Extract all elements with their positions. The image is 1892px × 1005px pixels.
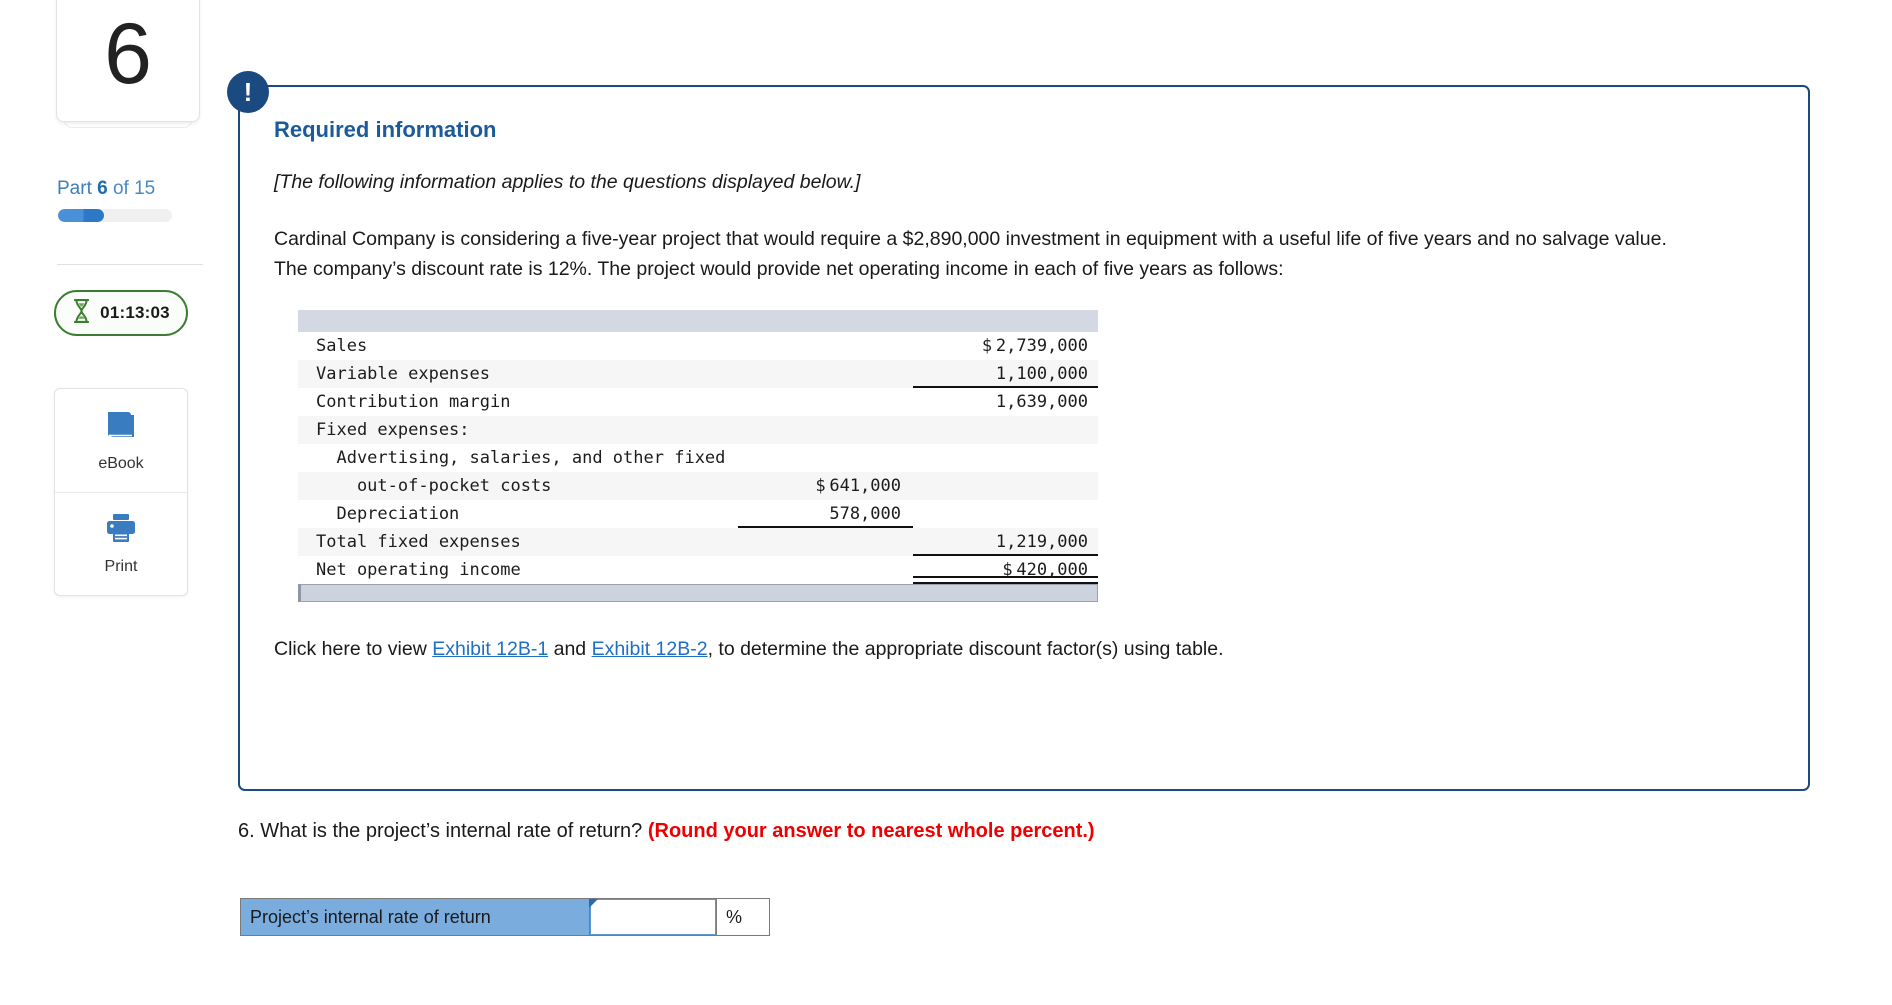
- row-right-value: [913, 472, 1098, 500]
- exam-timer: 01:13:03: [54, 290, 188, 336]
- row-right-value: $2,739,000: [913, 332, 1098, 360]
- table-header-bar: [298, 310, 1098, 332]
- exhibit-suffix: , to determine the appropriate discount …: [707, 638, 1224, 660]
- answer-label: Project’s internal rate of return: [241, 899, 589, 935]
- row-right-value: [913, 416, 1098, 444]
- row-right-value: $420,000: [913, 556, 1098, 584]
- exhibit-links-line: Click here to view Exhibit 12B-1 and Exh…: [274, 638, 1774, 661]
- required-information-card: Required information [The following info…: [238, 85, 1810, 791]
- row-label: Variable expenses: [298, 360, 738, 388]
- print-label: Print: [104, 558, 138, 575]
- part-number: 6: [104, 6, 152, 102]
- row-right-value: 1,639,000: [913, 388, 1098, 416]
- tools-panel: eBook Print: [54, 388, 188, 596]
- row-right-value: [913, 500, 1098, 528]
- row-mid-value: [738, 444, 913, 472]
- row-mid-value: [738, 556, 913, 584]
- irr-input[interactable]: [590, 899, 716, 935]
- answer-input-cell[interactable]: [589, 899, 717, 935]
- sidebar-divider: [57, 264, 203, 265]
- row-label: Sales: [298, 332, 738, 360]
- row-mid-value: [738, 528, 913, 556]
- exhibit-middle: and: [548, 638, 592, 660]
- table-row: Sales $2,739,000: [298, 332, 1098, 360]
- hourglass-icon: [72, 298, 91, 328]
- row-right-value: 1,219,000: [913, 528, 1098, 556]
- row-label: Contribution margin: [298, 388, 738, 416]
- row-mid-value: 578,000: [738, 500, 913, 528]
- table-row: Net operating income $420,000: [298, 556, 1098, 584]
- row-mid-value: [738, 388, 913, 416]
- question-rounding-note: (Round your answer to nearest whole perc…: [647, 820, 1095, 842]
- row-right-value: [913, 444, 1098, 472]
- table-row: Variable expenses 1,100,000: [298, 360, 1098, 388]
- answer-unit: %: [717, 899, 769, 935]
- row-label: Advertising, salaries, and other fixed: [298, 444, 738, 472]
- row-label: Depreciation: [298, 500, 738, 528]
- required-info-badge: !: [227, 71, 269, 113]
- table-row: Advertising, salaries, and other fixed: [298, 444, 1098, 472]
- page-title: Required information: [274, 117, 497, 142]
- table-row: out-of-pocket costs $641,000: [298, 472, 1098, 500]
- book-icon: [104, 409, 138, 446]
- progress-bar: [58, 209, 172, 222]
- table-row: Depreciation 578,000: [298, 500, 1098, 528]
- exhibit-12b-2-link[interactable]: Exhibit 12B-2: [592, 638, 708, 660]
- printer-icon: [104, 512, 138, 549]
- row-label: Fixed expenses:: [298, 416, 738, 444]
- row-right-value: 1,100,000: [913, 360, 1098, 388]
- exhibit-12b-1-link[interactable]: Exhibit 12B-1: [432, 638, 548, 660]
- part-progress-label: Part 6 of 15: [57, 178, 155, 200]
- print-button[interactable]: Print: [55, 492, 187, 595]
- part-label-suffix: of 15: [107, 178, 156, 199]
- answer-row: Project’s internal rate of return %: [240, 898, 770, 936]
- row-mid-value: $641,000: [738, 472, 913, 500]
- question-prompt: 6. What is the project’s internal rate o…: [238, 820, 648, 842]
- row-mid-value: [738, 416, 913, 444]
- table-scrollbar[interactable]: [298, 584, 1098, 602]
- part-label-number: 6: [97, 178, 108, 199]
- row-label: Net operating income: [298, 556, 738, 584]
- ebook-button[interactable]: eBook: [55, 389, 187, 492]
- answer-cell-marker: [589, 899, 598, 908]
- row-label: out-of-pocket costs: [298, 472, 738, 500]
- financial-table: Sales $2,739,000 Variable expenses 1,100,00…: [298, 332, 1098, 584]
- table-row: Contribution margin 1,639,000: [298, 388, 1098, 416]
- row-mid-value: [738, 332, 913, 360]
- table-row: Total fixed expenses 1,219,000: [298, 528, 1098, 556]
- row-mid-value: [738, 360, 913, 388]
- part-label-prefix: Part: [57, 178, 98, 199]
- applies-note: [The following information applies to th…: [274, 171, 861, 193]
- timer-value: 01:13:03: [100, 303, 170, 322]
- sidebar: 6 Part 6 of 15 01:13:03 eBook Print: [0, 0, 208, 1005]
- income-statement-table: Sales $2,739,000 Variable expenses 1,100,00…: [298, 310, 1098, 602]
- table-row: Fixed expenses:: [298, 416, 1098, 444]
- progress-bar-fill: [58, 209, 104, 222]
- part-number-card: 6: [56, 0, 200, 122]
- ebook-label: eBook: [98, 454, 144, 472]
- question-text: 6. What is the project’s internal rate o…: [238, 820, 1095, 843]
- exam-page: 6 Part 6 of 15 01:13:03 eBook Print ! Re…: [0, 0, 1892, 1005]
- exhibit-prefix: Click here to view: [274, 638, 433, 660]
- scenario-paragraph: Cardinal Company is considering a five-y…: [274, 228, 1667, 280]
- row-label: Total fixed expenses: [298, 528, 738, 556]
